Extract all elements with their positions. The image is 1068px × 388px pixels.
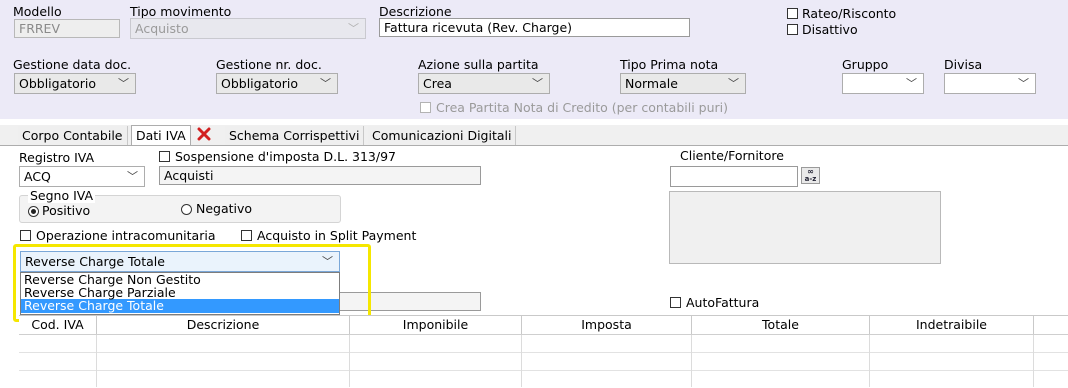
close-tab-icon[interactable] [197,127,211,141]
split-payment-checkbox[interactable] [241,230,252,241]
modello-label: Modello [13,4,62,19]
gestione-nr-doc-label: Gestione nr. doc. [216,57,322,72]
negativo-radio[interactable] [181,204,192,215]
search-button[interactable]: ∞ a-z [801,167,820,184]
divisa-label: Divisa [944,57,983,72]
grid-header-totale[interactable]: Totale [692,316,870,334]
chevron-down-icon: ﹀ [532,77,543,90]
tab-comunicazioni-digitali[interactable]: Comunicazioni Digitali [368,126,517,145]
segno-iva-label: Segno IVA [28,188,96,203]
cliente-fornitore-details [669,191,941,264]
grid-col-line [1033,335,1034,387]
modello-field[interactable]: FRREV [14,19,120,38]
registro-iva-description: Acquisti [159,166,481,185]
rateo-risconto-label: Rateo/Risconto [802,6,897,21]
cliente-fornitore-input[interactable] [670,166,798,187]
crea-partita-nc-checkbox[interactable] [420,102,431,113]
tab-schema-corrispettivi[interactable]: Schema Corrispettivi [225,126,365,145]
intracomunitaria-label: Operazione intracomunitaria [36,228,216,243]
grid-header-cod-iva[interactable]: Cod. IVA [19,316,97,334]
gestione-data-doc-select[interactable]: Obbligatorio ﹀ [14,73,136,94]
chevron-down-icon: ﹀ [906,77,917,90]
tab-strip-border [0,145,1068,146]
positivo-label: Positivo [42,203,91,218]
tab-dati-iva[interactable]: Dati IVA [131,125,191,145]
tipo-prima-nota-label: Tipo Prima nota [620,57,719,72]
tipo-prima-nota-select[interactable]: Normale ﹀ [620,73,746,94]
grid-col-line [96,335,97,387]
disattivo-label: Disattivo [802,22,858,37]
descrizione-input[interactable]: Fattura ricevuta (Rev. Charge) [379,18,690,37]
autofattura-label: AutoFattura [686,295,760,310]
split-payment-label: Acquisto in Split Payment [257,228,417,243]
negativo-label: Negativo [196,201,253,216]
grid-header-imponibile[interactable]: Imponibile [350,316,522,334]
chevron-down-icon: ﹀ [728,77,739,90]
chevron-down-icon: ﹀ [348,22,359,35]
grid-col-line [691,335,692,387]
grid-header-imposta[interactable]: Imposta [522,316,692,334]
crea-partita-nc-label: Crea Partita Nota di Credito (per contab… [436,100,729,115]
rateo-risconto-checkbox[interactable] [787,8,798,19]
tipo-movimento-select[interactable]: Acquisto ﹀ [130,18,366,39]
grid-row-line [19,370,1068,371]
chevron-down-icon: ﹀ [320,77,331,90]
grid-col-line [349,335,350,387]
gruppo-select[interactable]: ﹀ [842,73,924,94]
highlight-annotation [13,244,371,322]
cliente-fornitore-label: Cliente/Fornitore [680,148,784,163]
grid-col-line [869,335,870,387]
grid-col-line [521,335,522,387]
autofattura-checkbox[interactable] [670,297,681,308]
disattivo-checkbox[interactable] [787,24,798,35]
grid-header-descrizione[interactable]: Descrizione [97,316,350,334]
registro-iva-label: Registro IVA [19,150,95,165]
gruppo-label: Gruppo [842,57,889,72]
descrizione-label: Descrizione [379,4,452,19]
chevron-down-icon: ﹀ [118,77,129,90]
sospensione-checkbox[interactable] [159,151,170,162]
chevron-down-icon: ﹀ [1018,77,1029,90]
grid-row-line [19,352,1068,353]
registro-iva-select[interactable]: ACQ ﹀ [19,166,145,187]
azione-partita-select[interactable]: Crea ﹀ [418,73,550,94]
positivo-radio[interactable] [28,206,39,217]
grid-header-indetraibile[interactable]: Indetraibile [870,316,1034,334]
tipo-movimento-label: Tipo movimento [130,4,232,19]
azione-partita-label: Azione sulla partita [418,57,539,72]
divisa-select[interactable]: ﹀ [944,73,1036,94]
sospensione-label: Sospensione d'imposta D.L. 313/97 [175,149,396,164]
intracomunitaria-checkbox[interactable] [20,230,31,241]
gestione-data-doc-label: Gestione data doc. [13,57,132,72]
gestione-nr-doc-select[interactable]: Obbligatorio ﹀ [216,73,338,94]
grid-header-divider [19,334,1068,335]
chevron-down-icon: ﹀ [127,170,138,183]
tab-corpo-contabile[interactable]: Corpo Contabile [18,126,128,145]
